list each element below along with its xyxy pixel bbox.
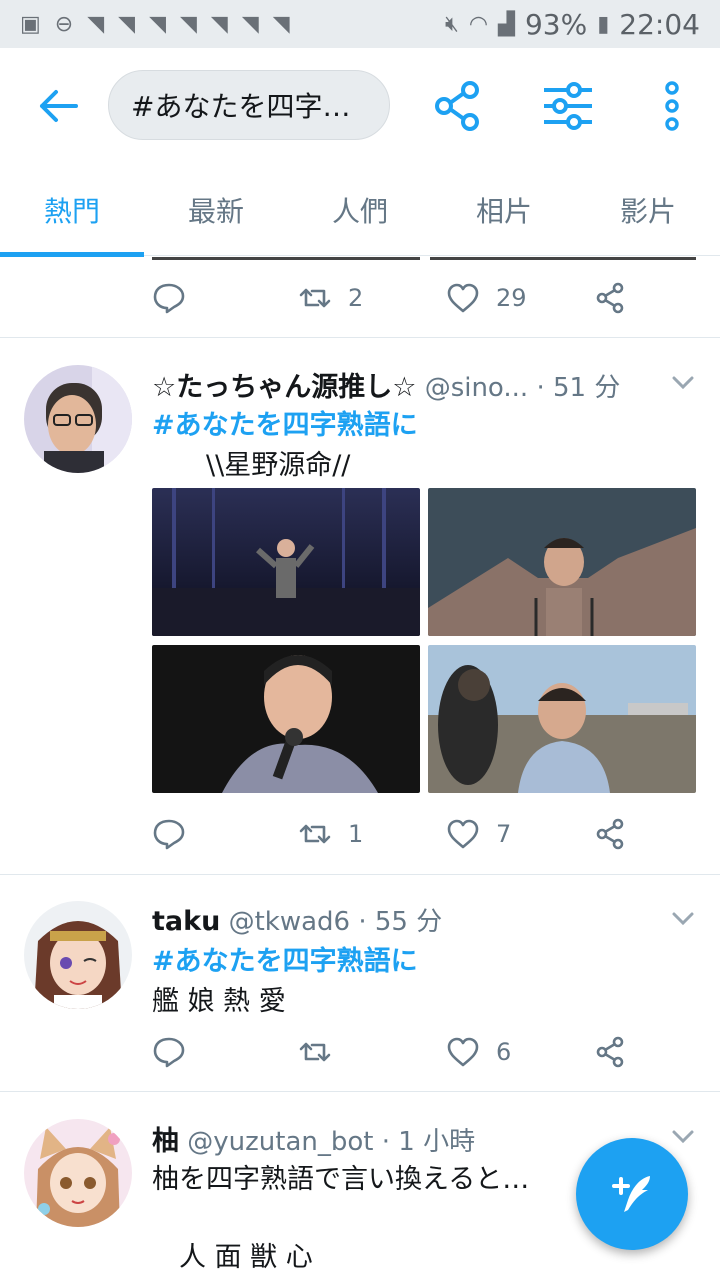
display-name[interactable]: ☆たっちゃん源推し☆ xyxy=(152,372,416,403)
retweet-button[interactable]: 2 xyxy=(298,281,363,315)
reply-button[interactable] xyxy=(152,817,186,851)
notification-icon: ◥ xyxy=(210,11,228,37)
reply-icon xyxy=(153,283,185,314)
like-button[interactable]: 6 xyxy=(446,1035,511,1069)
search-input[interactable]: #あなたを四字… xyxy=(108,70,390,140)
tweet-actions: 2 29 xyxy=(152,281,652,325)
tab-bar: 熱門 最新 人們 相片 影片 xyxy=(0,164,720,257)
tab-videos[interactable]: 影片 xyxy=(576,164,720,256)
divider xyxy=(0,1091,720,1092)
tweet-photo[interactable] xyxy=(152,645,420,793)
compose-icon xyxy=(612,1176,650,1212)
notification-icons: ▣ ⊖ ◥ ◥ ◥ ◥ ◥ ◥ ◥ xyxy=(20,12,290,37)
display-name[interactable]: 柚 xyxy=(152,1126,179,1157)
compose-button[interactable] xyxy=(576,1138,688,1250)
share-button[interactable] xyxy=(594,281,628,315)
avatar[interactable] xyxy=(24,365,132,473)
like-button[interactable]: 7 xyxy=(446,817,511,851)
divider xyxy=(0,874,720,875)
tweet-header: ☆たっちゃん源推し☆ @sino... · 51 分 xyxy=(152,365,620,404)
chevron-down-icon[interactable] xyxy=(670,905,696,931)
search-header: #あなたを四字… xyxy=(0,48,720,164)
notification-icon: ◥ xyxy=(241,11,259,37)
search-text: #あなたを四字… xyxy=(131,90,351,123)
reply-icon xyxy=(153,819,185,850)
share-button[interactable] xyxy=(594,817,628,851)
tweet-header: taku @tkwad6 · 55 分 xyxy=(152,901,442,938)
avatar[interactable] xyxy=(24,901,132,1009)
like-count: 29 xyxy=(496,284,527,312)
share-icon xyxy=(596,1036,624,1068)
hashtag-link[interactable]: #あなたを四字熟語に xyxy=(152,939,418,978)
tweet-header: 柚 @yuzutan_bot · 1 小時 xyxy=(152,1119,475,1158)
battery-icon: ▮ xyxy=(597,11,610,37)
user-handle[interactable]: @tkwad6 xyxy=(229,907,351,937)
dnd-icon: ⊖ xyxy=(54,11,74,37)
tweet-text: 柚を四字熟語で言い換えると… xyxy=(152,1164,530,1195)
share-icon xyxy=(596,818,624,850)
retweet-icon xyxy=(299,288,331,308)
chevron-down-icon[interactable] xyxy=(670,369,696,395)
reply-icon xyxy=(153,1037,185,1068)
status-bar: ▣ ⊖ ◥ ◥ ◥ ◥ ◥ ◥ ◥ 🔇︎ ◠ ▟ 93% ▮ 22:04 xyxy=(0,0,720,48)
tweet-actions: 6 xyxy=(152,1035,652,1079)
tweet-time: · 51 分 xyxy=(536,373,621,403)
share-icon xyxy=(596,282,624,314)
hashtag-link[interactable]: #あなたを四字熟語に xyxy=(152,403,418,442)
divider xyxy=(0,337,720,338)
reply-button[interactable] xyxy=(152,1035,186,1069)
like-count: 7 xyxy=(496,820,512,848)
back-arrow-icon[interactable] xyxy=(36,84,80,128)
wifi-icon: ◠ xyxy=(468,11,489,37)
media-thumbnail[interactable] xyxy=(430,257,696,260)
reply-button[interactable] xyxy=(152,281,186,315)
like-icon xyxy=(447,819,479,849)
notification-icon: ◥ xyxy=(118,11,136,37)
notification-icon: ◥ xyxy=(272,11,290,37)
battery-percent: 93% xyxy=(524,7,588,41)
signal-icon: ▟ xyxy=(498,11,515,37)
mute-icon: 🔇︎ xyxy=(444,11,459,37)
retweet-icon xyxy=(299,824,331,844)
user-handle[interactable]: @yuzutan_bot xyxy=(187,1127,373,1157)
retweet-icon xyxy=(299,1042,331,1062)
like-icon xyxy=(447,1037,479,1067)
tweet-photo[interactable] xyxy=(428,645,696,793)
tab-top[interactable]: 熱門 xyxy=(0,164,144,257)
notification-icon: ◥ xyxy=(87,11,105,37)
tweet-text: 艦 娘 熱 愛 xyxy=(152,986,286,1017)
avatar[interactable] xyxy=(24,1119,132,1227)
tweet-time: · 1 小時 xyxy=(381,1127,476,1157)
user-handle[interactable]: @sino... xyxy=(425,373,529,403)
tab-photos[interactable]: 相片 xyxy=(432,164,576,256)
like-count: 6 xyxy=(496,1038,512,1066)
filter-icon[interactable] xyxy=(540,78,596,134)
clock: 22:04 xyxy=(619,7,700,41)
retweet-count: 1 xyxy=(348,820,364,848)
tweet-actions: 1 7 xyxy=(152,817,652,861)
media-thumbnail[interactable] xyxy=(152,257,420,260)
tweet-photo[interactable] xyxy=(152,488,420,636)
like-icon xyxy=(447,283,479,313)
tweet-photo[interactable] xyxy=(428,488,696,636)
like-button[interactable]: 29 xyxy=(446,281,527,315)
tab-people[interactable]: 人們 xyxy=(288,164,432,256)
chevron-down-icon[interactable] xyxy=(670,1123,696,1149)
display-name[interactable]: taku xyxy=(152,906,220,937)
tweet-time: · 55 分 xyxy=(358,907,443,937)
chat-icon: ▣ xyxy=(20,11,41,37)
share-button[interactable] xyxy=(594,1035,628,1069)
tweet-text: 人 面 獣 心 xyxy=(152,1242,313,1273)
notification-icon: ◥ xyxy=(180,11,197,37)
retweet-button[interactable]: 1 xyxy=(298,817,363,851)
notification-icon: ◥ xyxy=(149,11,166,37)
retweet-count: 2 xyxy=(348,284,364,312)
tweet-feed[interactable]: 2 29 ☆たっちゃん源推し☆ @sino... · 51 分 #あなたを四字熟… xyxy=(0,257,720,1280)
tab-latest[interactable]: 最新 xyxy=(144,164,288,256)
share-icon[interactable] xyxy=(430,78,486,134)
tweet-text: \\星野源命// xyxy=(152,450,351,481)
retweet-button[interactable] xyxy=(298,1035,348,1069)
more-vertical-icon[interactable] xyxy=(644,78,700,134)
